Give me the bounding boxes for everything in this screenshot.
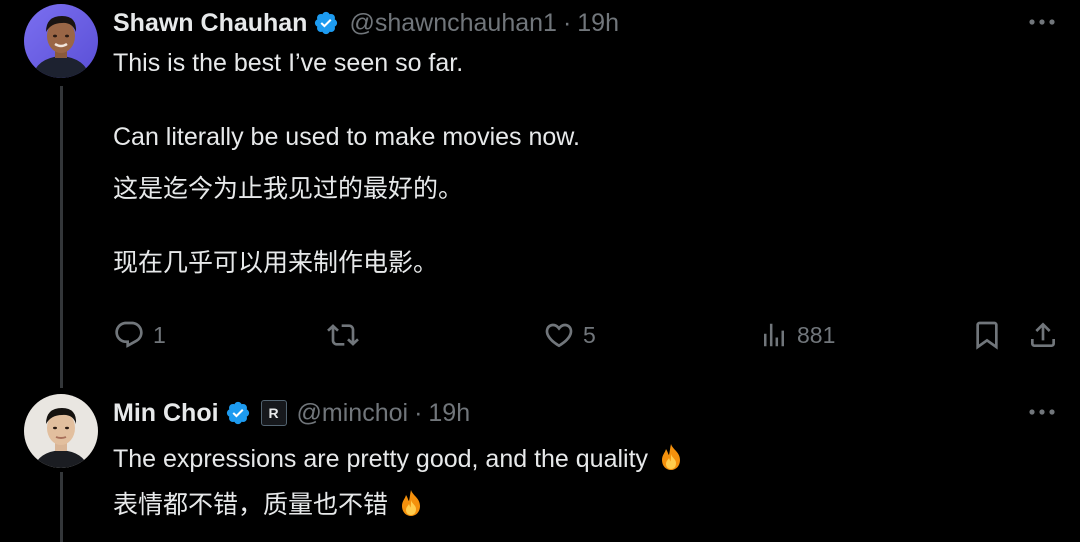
verified-badge-icon[interactable] bbox=[225, 400, 251, 426]
share-icon bbox=[1027, 319, 1059, 351]
tweet-min-choi[interactable]: Min Choi R @minchoi · 19h The expression… bbox=[0, 392, 1080, 542]
bookmark-icon bbox=[971, 319, 1003, 351]
more-icon[interactable] bbox=[1028, 398, 1056, 426]
separator-dot: · bbox=[562, 8, 572, 37]
reply-count: 1 bbox=[153, 321, 166, 348]
views-button[interactable]: 881 bbox=[759, 316, 835, 354]
action-bar: 1 5 881 bbox=[113, 316, 1080, 354]
author-handle[interactable]: @minchoi bbox=[297, 399, 409, 428]
tweet-header: Shawn Chauhan @shawnchauhan1 · 19h bbox=[113, 6, 619, 40]
fire-emoji-icon bbox=[656, 442, 686, 472]
tweet-text-line: The expressions are pretty good, and the… bbox=[113, 445, 649, 473]
tweet-text-line: Can literally be used to make movies now… bbox=[113, 123, 580, 151]
avatar-min-choi[interactable] bbox=[24, 394, 98, 468]
thread: Shawn Chauhan @shawnchauhan1 · 19h This … bbox=[0, 0, 1080, 542]
tweet-text-line-wrap: 表情都不错，质量也不错 bbox=[113, 488, 426, 520]
reply-icon bbox=[113, 319, 145, 351]
author-name[interactable]: Min Choi bbox=[113, 399, 219, 428]
repost-icon bbox=[327, 319, 359, 351]
tweet-text-line: 这是迄今为止我见过的最好的。 bbox=[113, 175, 464, 203]
thread-connector-line bbox=[60, 472, 63, 542]
views-icon bbox=[759, 320, 789, 350]
author-handle[interactable]: @shawnchauhan1 bbox=[349, 9, 556, 38]
tweet-text-line-wrap: The expressions are pretty good, and the… bbox=[113, 442, 686, 474]
tweet-text-line: 现在几乎可以用来制作电影。 bbox=[113, 249, 439, 277]
timestamp[interactable]: 19h bbox=[428, 399, 470, 428]
avatar-shawn[interactable] bbox=[24, 4, 98, 78]
thread-connector-line bbox=[60, 86, 63, 388]
tweet-shawn[interactable]: Shawn Chauhan @shawnchauhan1 · 19h This … bbox=[0, 0, 1080, 392]
views-count: 881 bbox=[797, 321, 836, 348]
heart-icon bbox=[543, 319, 575, 351]
fire-emoji-icon bbox=[396, 488, 426, 518]
separator-dot: · bbox=[414, 398, 423, 427]
author-name[interactable]: Shawn Chauhan bbox=[113, 9, 307, 38]
repost-button[interactable] bbox=[327, 316, 367, 354]
timestamp[interactable]: 19h bbox=[577, 9, 619, 38]
more-icon[interactable] bbox=[1028, 8, 1056, 36]
reply-button[interactable]: 1 bbox=[113, 316, 166, 354]
tweet-text-line: 表情都不错，质量也不错 bbox=[113, 491, 389, 519]
tweet-text-line: This is the best I’ve seen so far. bbox=[113, 49, 464, 77]
affiliate-label-badge[interactable]: R bbox=[260, 400, 287, 426]
share-button[interactable] bbox=[1027, 316, 1059, 354]
tweet-header: Min Choi R @minchoi · 19h bbox=[113, 396, 470, 430]
like-count: 5 bbox=[583, 321, 596, 348]
like-button[interactable]: 5 bbox=[543, 316, 596, 354]
bookmark-button[interactable] bbox=[971, 316, 1003, 354]
verified-badge-icon[interactable] bbox=[313, 10, 339, 36]
